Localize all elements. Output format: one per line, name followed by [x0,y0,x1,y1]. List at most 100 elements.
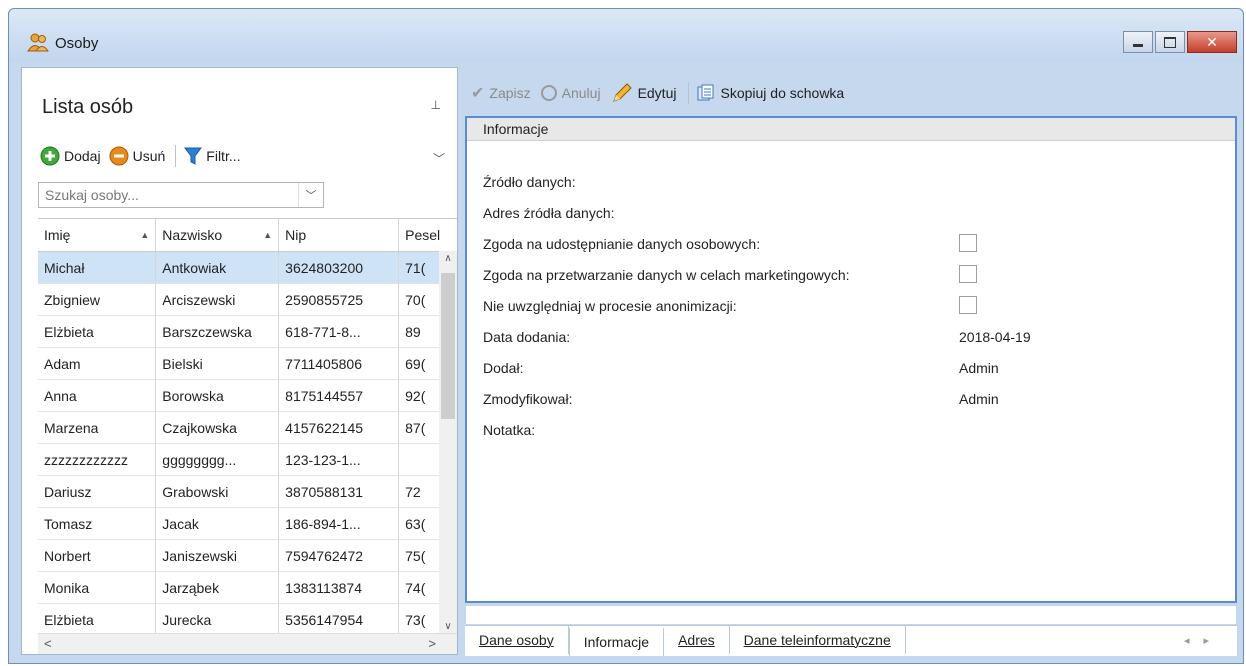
table-cell: Zbigniew [38,283,157,316]
maximize-button[interactable] [1155,31,1185,53]
table-cell: zzzzzzzzzzzz [38,443,157,476]
pin-icon[interactable]: ⊥ [431,98,441,112]
cancel-button[interactable]: Anuluj [540,85,601,101]
filter-button[interactable]: Filtr... [184,146,241,166]
tab-teleinformatics[interactable]: Dane teleinformatyczne [729,626,906,654]
table-cell: Adam [38,347,157,380]
checkmark-icon: ✔ [471,85,485,102]
remove-label: Usuń [132,148,166,164]
table-cell: Antkowiak [155,251,280,284]
table-cell: 186-894-1... [278,507,400,540]
clipboard-icon [697,84,714,101]
minimize-button[interactable] [1123,31,1153,53]
table-cell: 3870588131 [278,475,400,508]
table-row[interactable]: zzzzzzzzzzzz gggggggg... 123-123-1... [38,443,457,476]
table-cell: 618-771-8... [278,315,400,348]
date-added-value: 2018-04-19 [959,329,1031,345]
column-header-pesel[interactable]: Pesel [398,219,457,252]
horizontal-scrollbar[interactable]: < > [38,633,457,654]
remove-button[interactable]: Usuń [109,146,166,166]
table-cell: Norbert [38,539,157,572]
column-header-last-name[interactable]: Nazwisko ▲ [155,219,280,252]
table-cell: 3624803200 [278,251,400,284]
information-panel: Informacje Źródło danych: Adres źródła d… [465,116,1237,603]
toolbar-separator [688,82,690,104]
scroll-thumb[interactable] [441,273,455,419]
edit-label: Edytuj [637,85,677,101]
edit-button[interactable]: Edytuj [611,82,677,104]
tab-scroll-arrows[interactable]: ◂▸ [1184,634,1223,647]
table-cell: Grabowski [155,475,280,508]
tab-address[interactable]: Adres [664,626,730,654]
table-row[interactable]: Zbigniew Arciszewski 2590855725 70( [38,283,457,316]
table-cell: gggggggg... [155,443,280,476]
table-row[interactable]: Tomasz Jacak 186-894-1... 63( [38,507,457,540]
list-toolbar: Dodaj Usuń Filtr... [40,144,249,168]
table-row[interactable]: Norbert Janiszewski 7594762472 75( [38,539,457,572]
chevron-down-icon[interactable]: ﹀ [433,150,445,167]
maximize-icon [1164,36,1176,48]
table-cell: 5356147954 [278,603,400,636]
table-cell: Janiszewski [155,539,280,572]
scroll-right-icon[interactable]: > [428,636,436,651]
table-cell: Jurecka [155,603,280,636]
field-row-modified-by: Zmodyfikował: Admin [483,387,1223,418]
remove-icon [109,146,129,166]
table-row[interactable]: Anna Borowska 8175144557 92( [38,379,457,412]
save-label: Zapisz [489,85,531,101]
column-header-nip[interactable]: Nip [278,219,400,252]
field-row-added-by: Dodał: Admin [483,356,1223,387]
table-row[interactable]: Marzena Czajkowska 4157622145 87( [38,411,457,444]
pencil-icon [612,83,632,102]
table-cell: Jarząbek [155,571,280,604]
table-cell: Jacak [155,507,280,540]
scroll-left-icon[interactable]: < [44,636,52,651]
table-cell: Czajkowska [155,411,280,444]
exclude-anonymization-checkbox[interactable] [959,296,977,314]
cancel-icon [540,85,557,101]
table-cell: Elżbieta [38,315,157,348]
copy-to-clipboard-button[interactable]: Skopiuj do schowka [697,84,844,102]
note-label: Notatka: [483,422,536,438]
tab-person-data[interactable]: Dane osoby [465,626,569,654]
close-button[interactable]: ✕ [1187,31,1237,53]
title-bar[interactable]: Osoby ✕ [9,9,1243,61]
table-row[interactable]: Dariusz Grabowski 3870588131 72 [38,475,457,508]
table-cell: Arciszewski [155,283,280,316]
consent-marketing-checkbox[interactable] [959,265,977,283]
table-cell: 7711405806 [278,347,400,380]
table-cell: 2590855725 [278,283,400,316]
table-cell: Dariusz [38,475,157,508]
close-icon: ✕ [1206,33,1218,50]
column-header-first-name[interactable]: Imię ▲ [38,219,157,252]
add-icon [40,146,60,166]
modified-by-value: Admin [959,391,999,407]
table-row[interactable]: Michał Antkowiak 3624803200 71( [38,251,457,284]
table-row[interactable]: Elżbieta Barszczewska 618-771-8... 89 [38,315,457,348]
section-header: Informacje [467,118,1235,141]
filter-icon [184,147,203,165]
details-toolbar: ✔ Zapisz Anuluj Edytuj Skopiuj do schowk… [471,79,854,107]
table-row[interactable]: Adam Bielski 7711405806 69( [38,347,457,380]
people-icon [27,33,49,52]
table-row[interactable]: Monika Jarząbek 1383113874 74( [38,571,457,604]
tab-information[interactable]: Informacje [568,628,665,656]
vertical-scrollbar[interactable]: ∧ ∨ [439,251,457,641]
source-address-label: Adres źródła danych: [483,205,615,221]
table-cell: Michał [38,251,157,284]
person-table: Imię ▲ Nazwisko ▲ Nip Pesel Michał Antkowia… [38,218,457,654]
add-button[interactable]: Dodaj [40,146,101,166]
sort-asc-icon: ▲ [140,230,150,240]
search-dropdown-button[interactable]: ﹀ [298,183,323,207]
consent-share-checkbox[interactable] [959,234,977,252]
scroll-up-icon[interactable]: ∧ [439,253,457,271]
table-cell: Marzena [38,411,157,444]
search-input[interactable]: Szukaj osoby... ﹀ [38,182,324,208]
table-cell: Monika [38,571,157,604]
details-tabs: Dane osoby Informacje Adres Dane teleinf… [465,625,1237,656]
chevron-down-icon: ﹀ [305,190,317,202]
table-cell: Tomasz [38,507,157,540]
save-button[interactable]: ✔ Zapisz [471,83,531,103]
table-row[interactable]: Elżbieta Jurecka 5356147954 73( [38,603,457,636]
table-cell: 123-123-1... [278,443,400,476]
